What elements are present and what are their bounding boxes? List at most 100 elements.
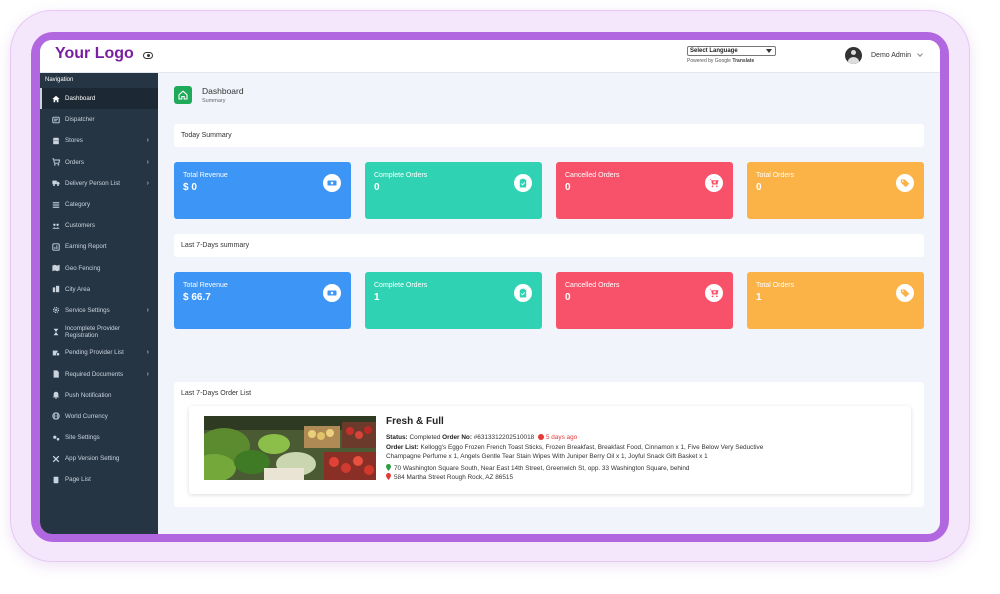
clipboard-check-icon: [514, 284, 532, 302]
status-label: Status:: [386, 434, 408, 441]
tags-icon: [896, 174, 914, 192]
sidebar-item-pending-provider-list[interactable]: Pending Provider List ›: [40, 342, 158, 363]
chevron-right-icon: ›: [146, 137, 149, 145]
page-header: Dashboard Summary: [174, 86, 244, 104]
money-icon: [323, 284, 341, 302]
sidebar-item-incomplete-provider-registration[interactable]: Incomplete Provider Registration: [40, 321, 158, 342]
week-complete-orders-card: Complete Orders 1: [365, 272, 542, 329]
sidebar-item-stores[interactable]: Stores ›: [40, 130, 158, 151]
card-label: Total Orders: [756, 172, 795, 179]
list-icon: [52, 201, 60, 208]
clipboard-check-icon: [514, 174, 532, 192]
translate-link[interactable]: Translate: [732, 58, 754, 64]
order-age: 5 days ago: [545, 434, 578, 441]
report-icon: [52, 243, 60, 251]
order-card[interactable]: Fresh & Full Status: Completed Order No:…: [189, 406, 911, 494]
sidebar-item-service-settings[interactable]: Service Settings ›: [40, 300, 158, 321]
sidebar-item-label: Incomplete Provider Registration: [65, 324, 121, 339]
order-no-label: Order No:: [442, 434, 472, 441]
app-screen: Your Logo Select Language Powered by Goo…: [40, 40, 940, 534]
logo[interactable]: Your Logo: [55, 45, 134, 63]
sidebar-item-page-list[interactable]: Page List: [40, 469, 158, 490]
sidebar-item-orders[interactable]: Orders ›: [40, 152, 158, 173]
card-value: 0: [565, 292, 571, 303]
chevron-right-icon: ›: [146, 179, 149, 187]
today-cancelled-orders-card: Cancelled Orders 0: [556, 162, 733, 219]
order-number: #6313312202510018: [473, 434, 535, 441]
card-label: Cancelled Orders: [565, 172, 620, 179]
card-value: 0: [565, 182, 571, 193]
home-icon: [174, 86, 192, 104]
sidebar-item-delivery-person-list[interactable]: Delivery Person List ›: [40, 173, 158, 194]
sidebar-item-earning-report[interactable]: Earning Report: [40, 236, 158, 257]
sidebar-toggle-icon[interactable]: [143, 52, 153, 59]
status-value: Completed: [409, 434, 441, 441]
today-total-revenue-card: Total Revenue $ 0: [174, 162, 351, 219]
week-summary-header: Last 7-Days summary: [174, 234, 924, 257]
card-label: Total Revenue: [183, 172, 228, 179]
powered-by-text: Powered by: [687, 58, 714, 64]
map-icon: [52, 264, 60, 272]
sidebar-item-label: World Currency: [65, 412, 108, 420]
chevron-down-icon: [917, 51, 923, 57]
pickup-address-line: 70 Washington Square South, Near East 14…: [386, 464, 689, 472]
card-label: Total Revenue: [183, 282, 228, 289]
sidebar-item-app-version-setting[interactable]: App Version Setting: [40, 448, 158, 469]
clock-icon: [537, 434, 544, 440]
sidebar-item-label: Stores: [65, 137, 83, 145]
order-items-line1: Kellogg's Eggo Frozen French Toast Stick…: [420, 444, 764, 451]
sidebar-item-label: Push Notification: [65, 391, 112, 399]
chevron-right-icon: ›: [146, 370, 149, 378]
sidebar-item-required-documents[interactable]: Required Documents ›: [40, 363, 158, 384]
today-complete-orders-card: Complete Orders 0: [365, 162, 542, 219]
sidebar-item-site-settings[interactable]: Site Settings: [40, 427, 158, 448]
sidebar-item-geo-fencing[interactable]: Geo Fencing: [40, 258, 158, 279]
card-label: Total Orders: [756, 282, 795, 289]
document-icon: [52, 370, 60, 378]
pickup-address: 70 Washington Square South, Near East 14…: [394, 465, 690, 472]
order-list-line: Order List: Kellogg's Eggo Frozen French…: [386, 444, 763, 451]
bell-icon: [52, 392, 60, 400]
sidebar-item-dashboard[interactable]: Dashboard: [40, 88, 158, 110]
sidebar-item-label: Dispatcher: [65, 116, 95, 124]
language-select[interactable]: Select Language: [687, 46, 776, 56]
order-list-panel: Last 7-Days Order List Fresh & Full Stat…: [174, 382, 924, 507]
week-total-revenue-card: Total Revenue $ 66.7: [174, 272, 351, 329]
sidebar-item-city-area[interactable]: City Area: [40, 279, 158, 300]
sidebar: Navigation Dashboard Dispatcher Stores ›…: [40, 73, 158, 534]
store-name: Fresh & Full: [386, 416, 444, 427]
sidebar-item-label: Dashboard: [65, 95, 96, 103]
user-name: Demo Admin: [871, 52, 912, 59]
page-subtitle: Summary: [202, 98, 226, 104]
hourglass-icon: [52, 328, 60, 335]
money-icon: [323, 174, 341, 192]
home-icon: [52, 95, 60, 102]
drop-address-line: 584 Martha Street Rough Rock, AZ 86515: [386, 473, 513, 481]
card-value: $ 0: [183, 182, 197, 193]
page-icon: [52, 476, 60, 484]
drop-pin-icon: [386, 473, 391, 480]
order-status-line: Status: Completed Order No: #63133122025…: [386, 434, 577, 441]
sidebar-heading: Navigation: [45, 77, 74, 83]
card-label: Complete Orders: [374, 172, 428, 179]
card-value: $ 66.7: [183, 292, 211, 303]
main-content: Dashboard Summary Today Summary Total Re…: [158, 73, 940, 534]
sidebar-item-dispatcher[interactable]: Dispatcher: [40, 109, 158, 130]
today-total-orders-card: Total Orders 0: [747, 162, 924, 219]
sidebar-item-category[interactable]: Category: [40, 194, 158, 215]
page-title-block: Dashboard Summary: [202, 86, 244, 104]
sidebar-item-label: Delivery Person List: [65, 179, 121, 187]
sidebar-item-label: Customers: [65, 222, 95, 230]
sidebar-item-customers[interactable]: Customers: [40, 215, 158, 236]
top-bar: Your Logo Select Language Powered by Goo…: [40, 40, 940, 73]
sidebar-item-world-currency[interactable]: World Currency: [40, 406, 158, 427]
pickup-pin-icon: [386, 464, 391, 471]
sliders-icon: [52, 434, 60, 441]
google-text: Google: [714, 58, 731, 64]
cart-x-icon: [705, 284, 723, 302]
truck-icon: [52, 180, 60, 187]
sidebar-item-push-notification[interactable]: Push Notification: [40, 385, 158, 406]
user-menu[interactable]: Demo Admin: [845, 47, 923, 64]
powered-by-translate: Powered by Google Translate: [687, 58, 776, 64]
avatar: [845, 47, 862, 64]
